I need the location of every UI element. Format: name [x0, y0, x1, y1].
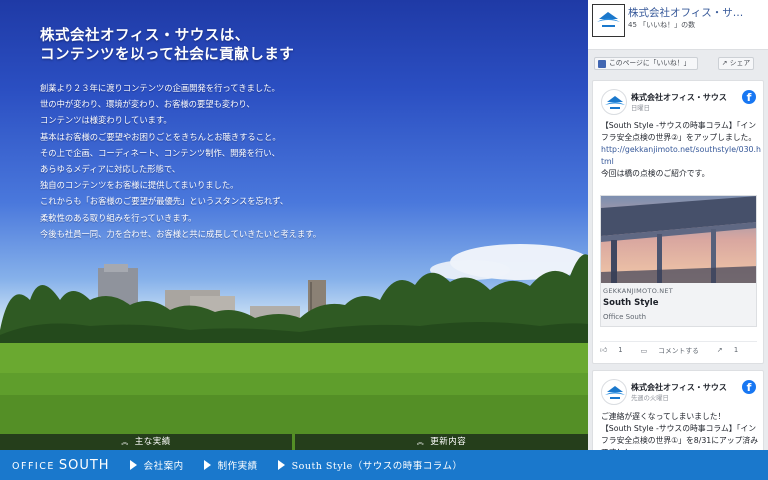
comment-label: コメントする [658, 346, 699, 355]
news-label: 更新内容 [430, 437, 467, 447]
fb-post: 株式会社オフィス・サウス 先週の火曜日 f ご連絡が遅くなってしまいました！ 【… [592, 370, 764, 450]
hero-section: 株式会社オフィス・サウスは、 コンテンツを以って社会に貢献します 創業より２３年… [0, 0, 588, 450]
like-count: 1 [618, 345, 623, 354]
nav-works[interactable]: 制作実績 [203, 458, 258, 472]
hero-title-line1: 株式会社オフィス・サウスは、 [40, 27, 250, 44]
message-line: 柔軟性のある取り組みを行っていきます。 [40, 212, 197, 223]
like-page-label: このページに「いいね！」 [609, 59, 691, 67]
card-description: Office South [603, 313, 647, 321]
nav-south-style[interactable]: South Style（サウスの時事コラム） [277, 458, 463, 472]
fb-post: 株式会社オフィス・サウス 日曜日 f 【South Style -サウスの時事コ… [592, 80, 764, 364]
avatar[interactable] [601, 89, 627, 115]
site-logo[interactable]: OFFICE SOUTH [12, 458, 110, 473]
message-line: これからも「お客様のご要望が最優先」というスタンスを忘れず、 [40, 196, 289, 207]
post-text-main: 【South Style -サウスの時事コラム】「インフラ安全点検の世界②」をア… [601, 121, 757, 142]
share-icon: ↗ [716, 345, 725, 354]
facebook-icon [598, 60, 606, 68]
link-preview-card[interactable]: GEKKANJIMOTO.NET South Style Office Sout… [600, 283, 757, 327]
nav-south-style-label: South Style（サウスの時事コラム） [291, 461, 463, 472]
like-page-button[interactable]: このページに「いいね！」 [594, 57, 698, 70]
message-line: コンテンツは様変わりしています。 [40, 115, 172, 126]
post-text-sub: 【South Style -サウスの時事コラム】「インフラ安全点検の世界①」を8… [601, 424, 759, 450]
share-icon: ↗ [721, 59, 730, 67]
hero-title: 株式会社オフィス・サウスは、 コンテンツを以って社会に貢献します [40, 26, 294, 64]
post-timestamp[interactable]: 日曜日 [631, 103, 650, 112]
facebook-icon[interactable]: f [742, 380, 756, 394]
share-action[interactable]: ↗ 1 [717, 346, 747, 354]
post-author[interactable]: 株式会社オフィス・サウス [631, 382, 727, 393]
post-link[interactable]: http://gekkanjimoto.net/southstyle/030.h… [601, 144, 761, 168]
post-text: 【South Style -サウスの時事コラム】「インフラ安全点検の世界②」をア… [601, 120, 761, 180]
comment-action[interactable]: ▭ コメントする [641, 345, 708, 355]
post-text-sub: 今回は橋の点検のご紹介です。 [601, 169, 710, 178]
post-text: ご連絡が遅くなってしまいました！ 【South Style -サウスの時事コラム… [601, 411, 761, 450]
works-label: 主な実績 [134, 437, 171, 447]
hero-message: 創業より２３年に渡りコンテンツの企画開発を行ってきました。 世の中が変わり、環境… [40, 80, 370, 242]
message-line: 独自のコンテンツをお客様に提供してまいりました。 [40, 180, 239, 191]
brand-small: OFFICE [12, 460, 55, 472]
share-button[interactable]: ↗ シェア [718, 57, 754, 70]
facebook-page-widget: 株式会社オフィス・サ… 45 「いいね！」の数 このページに「いいね！」 ↗ シ… [588, 0, 768, 450]
comment-icon: ▭ [640, 346, 650, 355]
share-count: 1 [733, 345, 739, 354]
message-line: 今後も社員一同、力を合わせ、お客様と共に成長していきたいと考えます。 [40, 228, 322, 239]
nav-company[interactable]: 会社案内 [129, 458, 184, 472]
card-title: South Style [603, 298, 659, 308]
fb-page-actions: このページに「いいね！」 ↗ シェア [588, 50, 768, 76]
avatar[interactable] [601, 379, 627, 405]
page-logo[interactable] [592, 4, 625, 37]
fb-page-name[interactable]: 株式会社オフィス・サ… [628, 5, 764, 20]
nav-works-label: 制作実績 [217, 461, 258, 472]
brand-large: SOUTH [58, 457, 110, 473]
news-toggle[interactable]: ︽ 更新内容 [295, 434, 588, 450]
triangle-right-icon [129, 460, 137, 470]
chevron-up-icon: ︽ [121, 438, 129, 446]
like-action[interactable]: 👍︎ 1 [600, 346, 632, 354]
triangle-right-icon [203, 460, 211, 470]
triangle-right-icon [277, 460, 285, 470]
main-navbar: OFFICE SOUTH 会社案内 制作実績 South Style（サウスの時事… [0, 450, 768, 480]
bridge-photo[interactable] [600, 195, 757, 283]
fb-like-count: 45 「いいね！」の数 [628, 21, 696, 29]
post-text-main: ご連絡が遅くなってしまいました！ [601, 412, 726, 421]
thumbs-up-icon: 👍︎ [600, 345, 610, 354]
card-domain: GEKKANJIMOTO.NET [603, 287, 674, 295]
facebook-icon[interactable]: f [742, 90, 756, 104]
nav-company-label: 会社案内 [143, 461, 184, 472]
post-action-bar: 👍︎ 1 ▭ コメントする ↗ 1 [600, 341, 757, 357]
chevron-up-icon: ︽ [416, 438, 425, 446]
share-label: シェア [729, 59, 751, 67]
post-timestamp[interactable]: 先週の火曜日 [631, 393, 669, 402]
message-line: その上で企画、コーディネート、コンテンツ制作、開発を行い、 [40, 147, 280, 158]
post-author[interactable]: 株式会社オフィス・サウス [631, 92, 727, 103]
message-line: 創業より２３年に渡りコンテンツの企画開発を行ってきました。 [40, 83, 280, 93]
hero-title-line2: コンテンツを以って社会に貢献します [40, 46, 295, 63]
message-line: 基本はお客様のご要望やお困りごとをきちんとお聴きすること。 [40, 131, 281, 142]
fb-page-header: 株式会社オフィス・サ… 45 「いいね！」の数 [588, 0, 768, 50]
message-line: 世の中が変わり、環境が変わり、お客様の要望も変わり、 [40, 99, 255, 110]
works-toggle[interactable]: ︽ 主な実績 [0, 434, 292, 450]
message-line: あらゆるメディアに対応した形態で、 [40, 164, 181, 175]
